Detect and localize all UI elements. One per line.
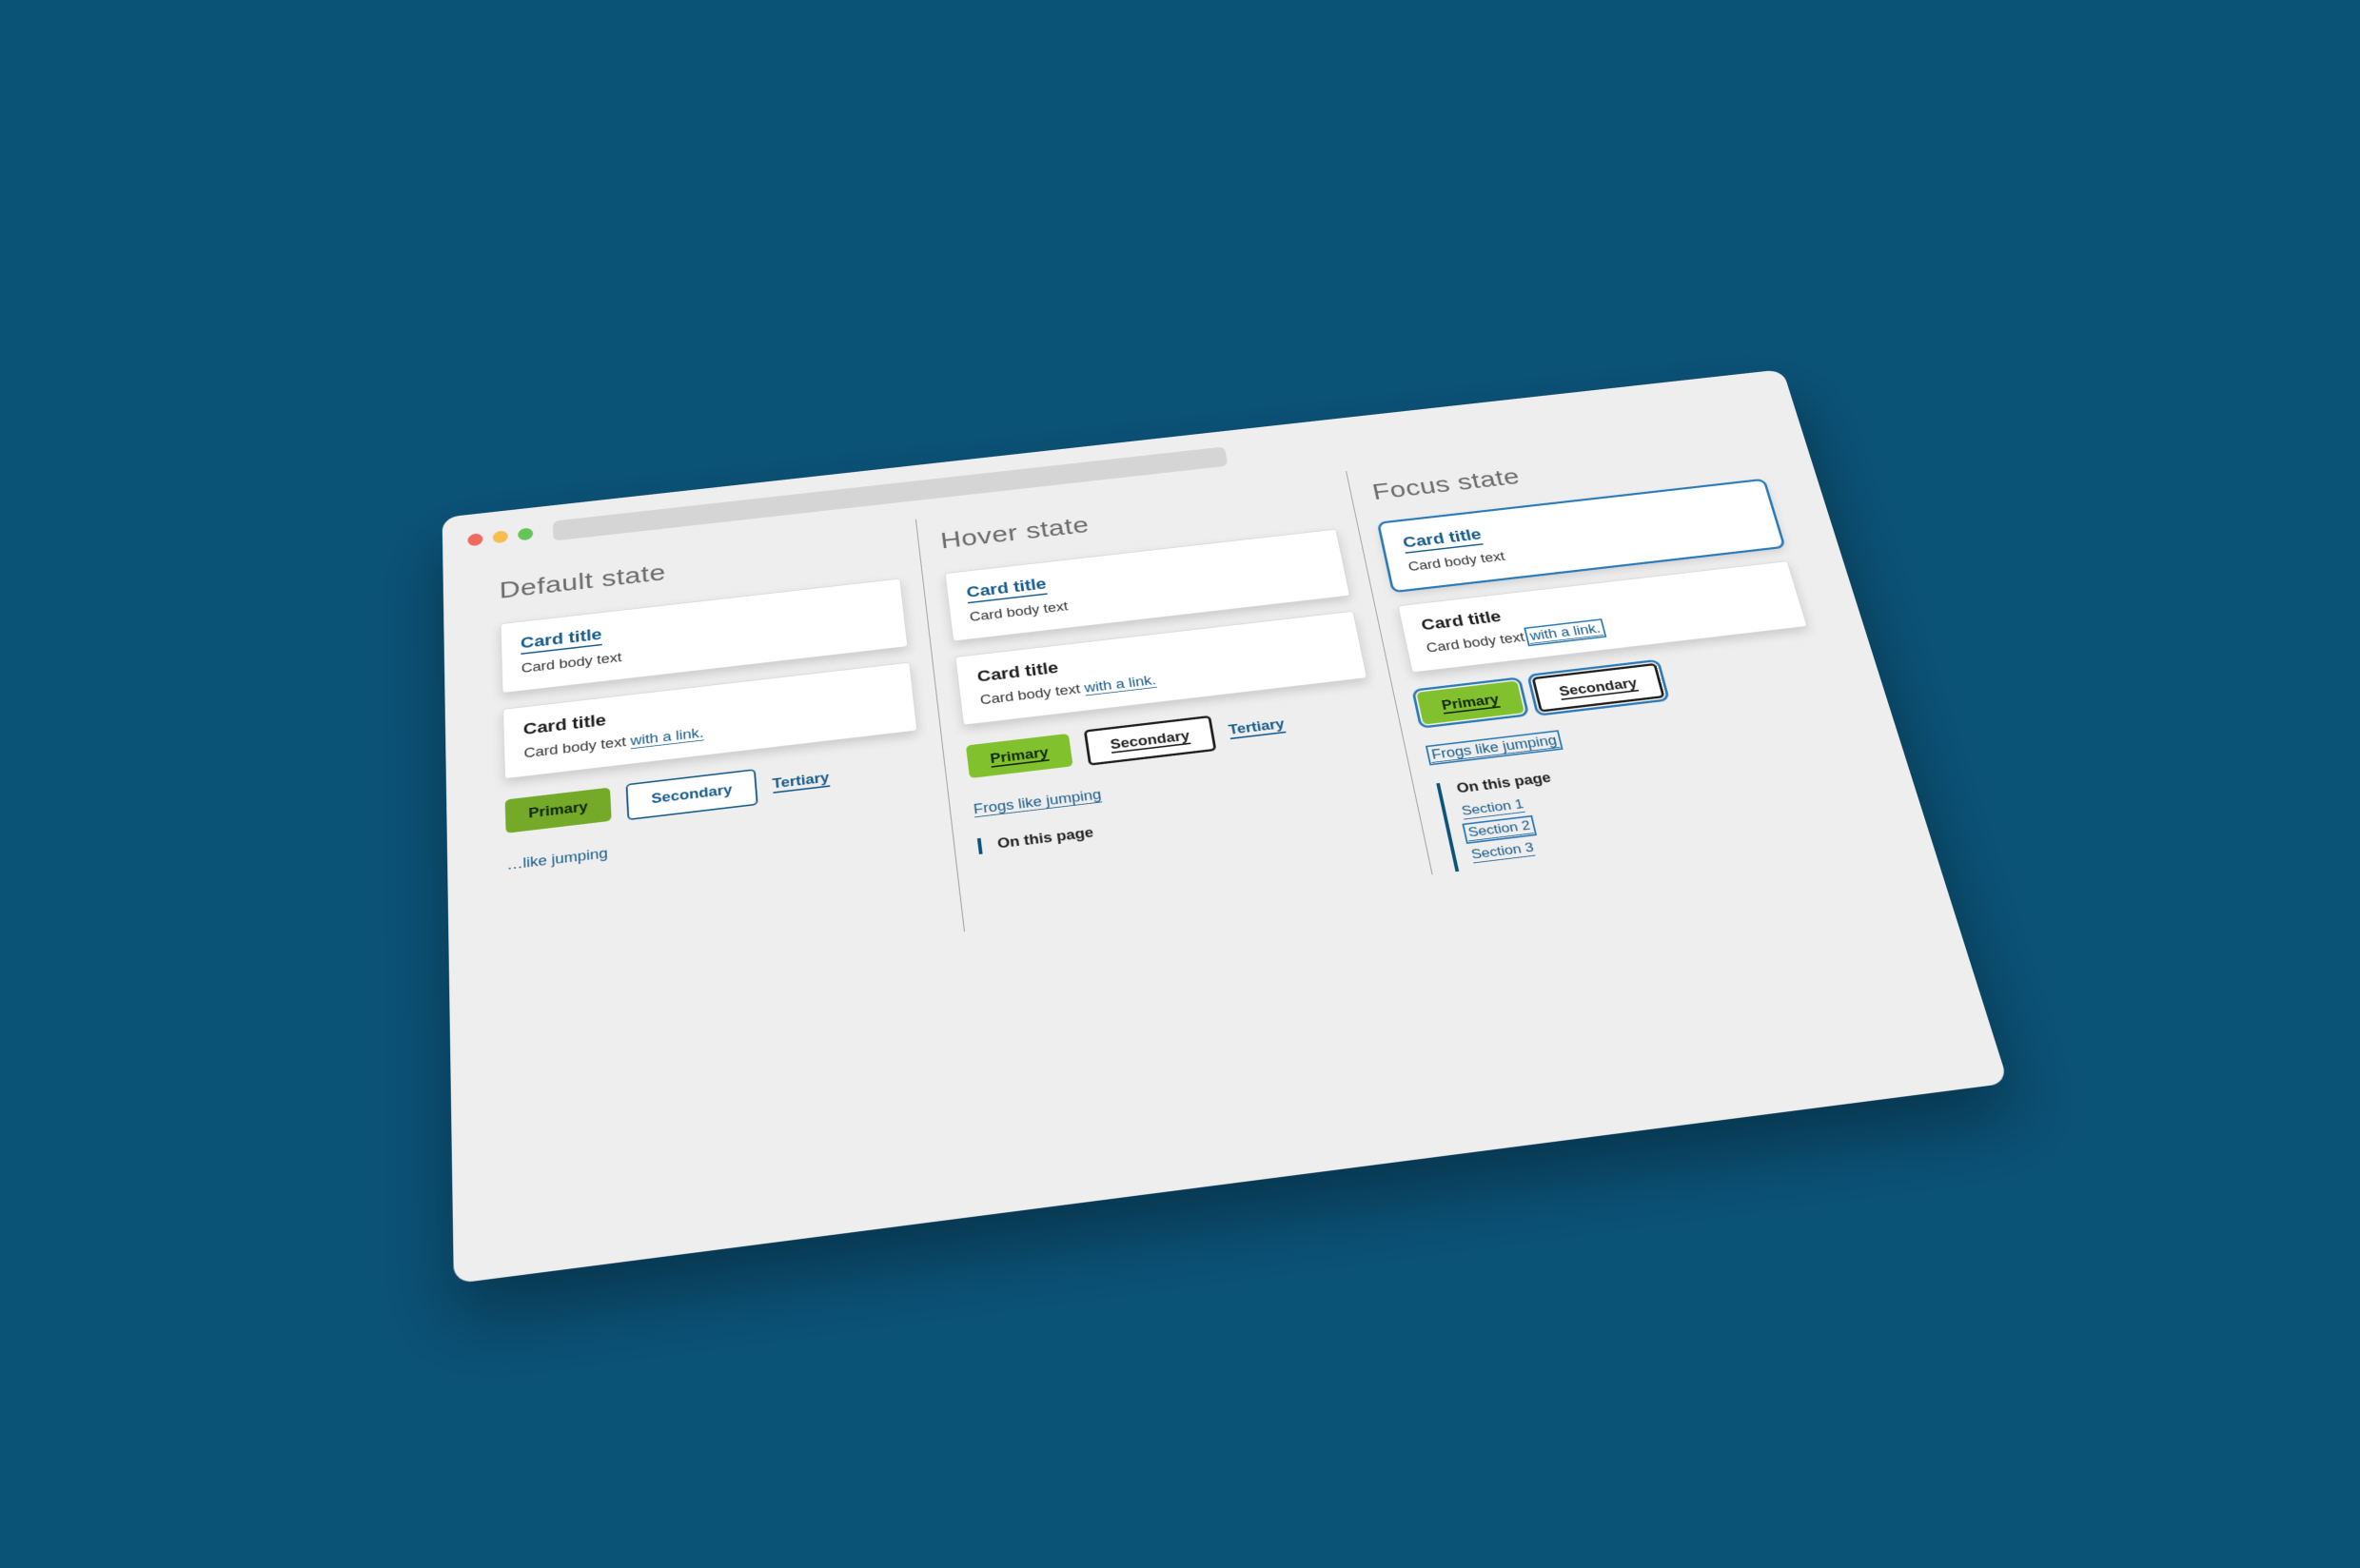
solo-link[interactable]: Frogs like jumping — [1428, 733, 1560, 763]
secondary-button[interactable]: Secondary — [1084, 715, 1217, 766]
primary-button[interactable]: Primary — [505, 788, 612, 833]
tertiary-link[interactable]: Tertiary — [1228, 716, 1286, 739]
primary-button[interactable]: Primary — [1416, 680, 1524, 724]
card-title: Card title — [522, 711, 606, 739]
browser-window: Default state Card title Card body text … — [442, 369, 2009, 1284]
column-hover: Hover state Card title Card body text Ca… — [915, 471, 1432, 931]
window-controls — [467, 527, 533, 546]
card-body-text: Card body text — [1425, 630, 1530, 656]
secondary-button[interactable]: Secondary — [626, 769, 758, 820]
card-title: Card title — [1420, 607, 1504, 634]
card-title-link[interactable]: Card title — [1401, 525, 1484, 554]
card-title-link[interactable]: Card title — [521, 625, 602, 655]
inline-link[interactable]: with a link. — [630, 725, 704, 749]
inline-link[interactable]: with a link. — [1083, 673, 1157, 696]
secondary-button[interactable]: Secondary — [1532, 663, 1665, 713]
column-default: Default state Card title Card body text … — [477, 519, 964, 990]
toc-focus: On this page Section 1 Section 2 Section… — [1436, 735, 1866, 872]
close-icon[interactable] — [467, 533, 482, 546]
card-title: Card title — [976, 658, 1060, 686]
maximize-icon[interactable] — [518, 527, 533, 540]
primary-button[interactable]: Primary — [966, 734, 1073, 778]
minimize-icon[interactable] — [493, 530, 508, 543]
inline-link[interactable]: with a link. — [1526, 621, 1603, 644]
card-body-text: Card body text — [979, 681, 1086, 708]
solo-link[interactable]: Frogs like jumping — [973, 787, 1102, 817]
toc-item[interactable]: Section 1 — [1461, 796, 1525, 819]
card-title-link[interactable]: Card title — [965, 575, 1048, 603]
tertiary-link[interactable]: Tertiary — [772, 770, 830, 794]
column-focus: Focus state Card title Card body text Ca… — [1346, 423, 1889, 874]
card-body-text: Card body text — [523, 734, 631, 760]
